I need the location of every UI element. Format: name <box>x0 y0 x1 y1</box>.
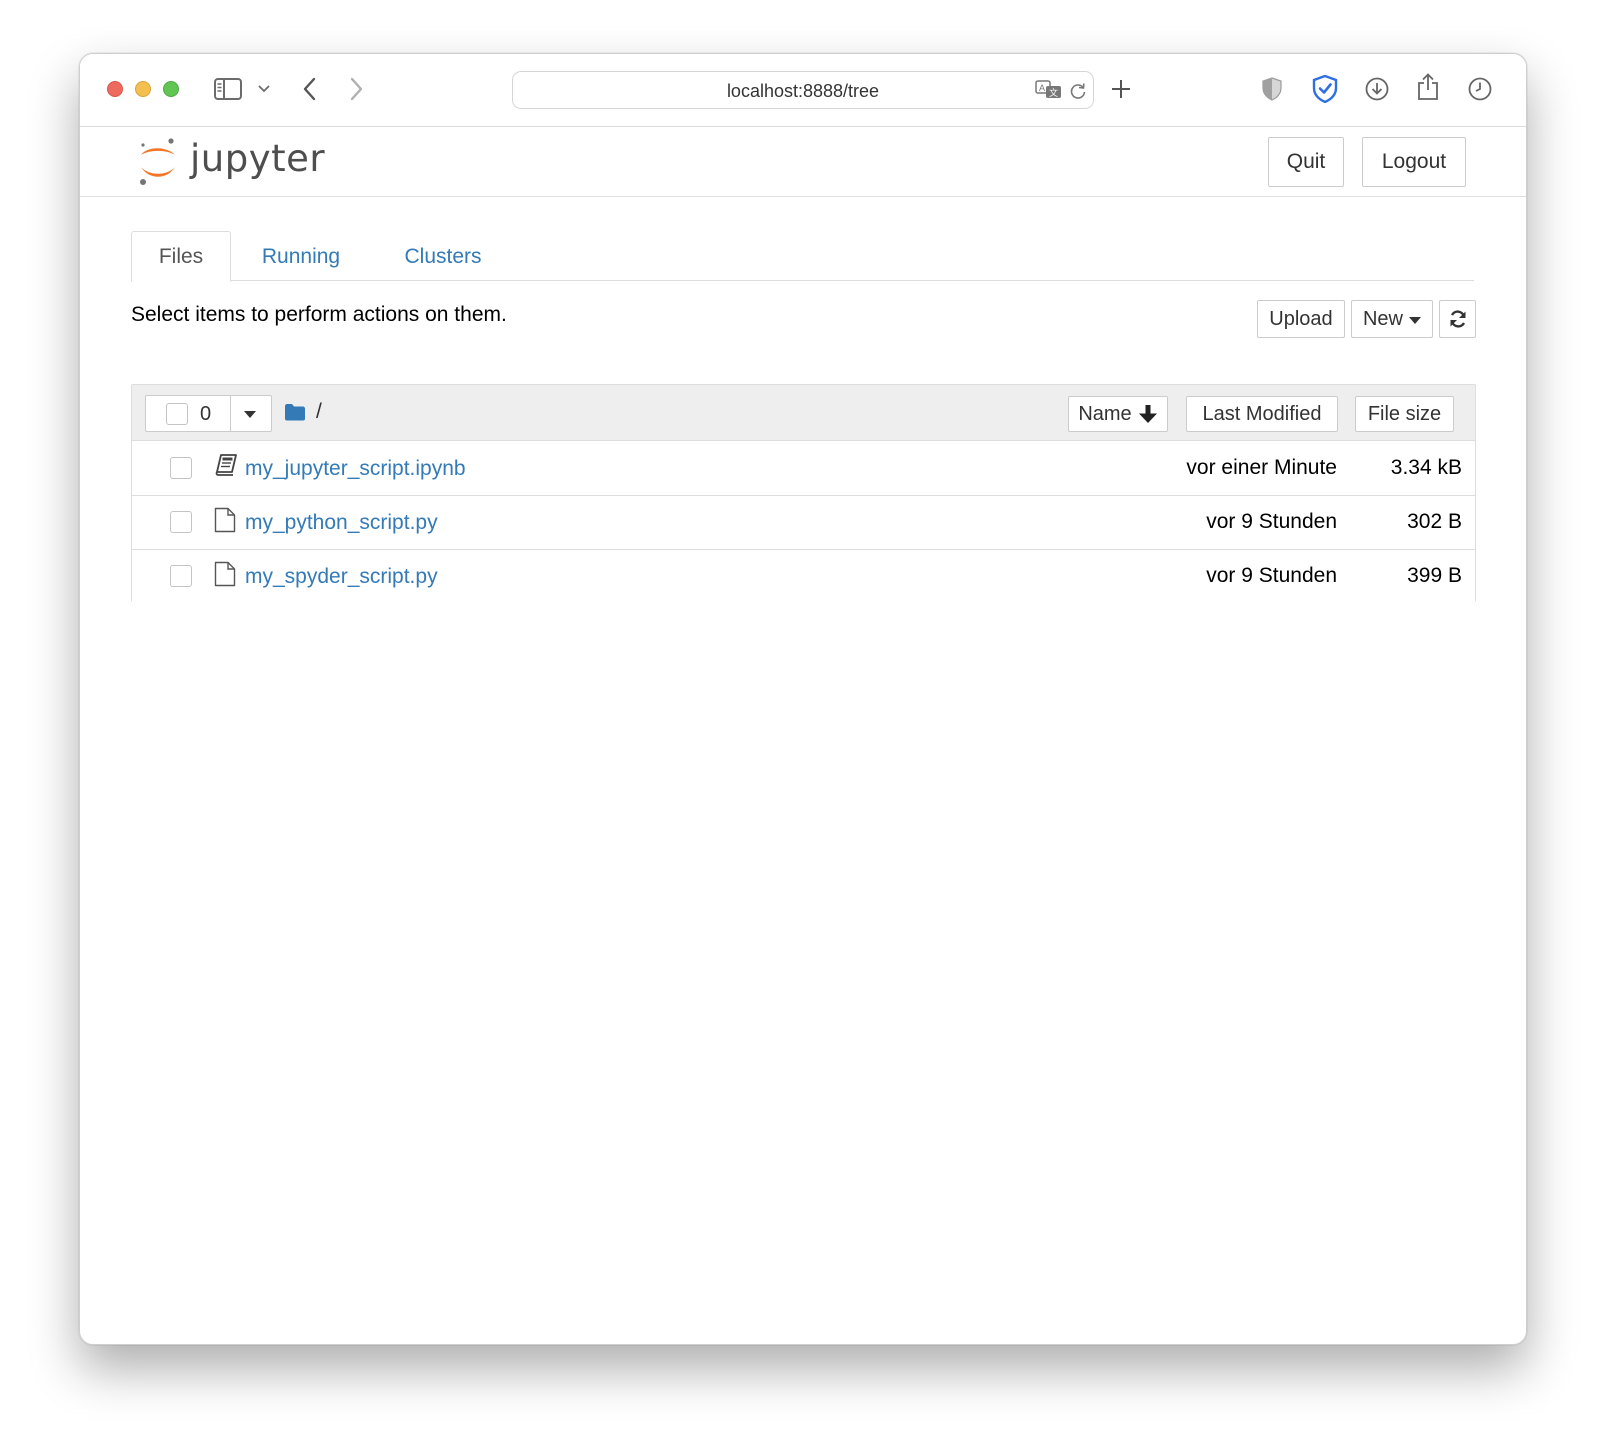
svg-text:A: A <box>1039 83 1045 93</box>
forward-arrow-icon[interactable] <box>348 76 366 102</box>
arrow-down-icon <box>1138 405 1157 423</box>
quit-button[interactable]: Quit <box>1268 137 1344 187</box>
selection-hint: Select items to perform actions on them. <box>131 303 507 326</box>
file-size: 302 B <box>1407 510 1462 533</box>
tab-running[interactable]: Running <box>249 231 353 282</box>
jupyter-logo-icon <box>140 138 175 185</box>
file-last-modified: vor 9 Stunden <box>1206 564 1337 587</box>
file-name-link[interactable]: my_jupyter_script.ipynb <box>245 457 466 481</box>
file-name-link[interactable]: my_spyder_script.py <box>245 565 438 589</box>
new-dropdown-button[interactable]: New <box>1351 300 1433 338</box>
notebook-icon <box>214 453 238 482</box>
logout-button[interactable]: Logout <box>1362 137 1466 187</box>
address-bar[interactable]: localhost:8888/tree A文 <box>512 71 1094 109</box>
bitwarden-shield-icon[interactable] <box>1311 74 1339 104</box>
breadcrumb: / <box>284 400 322 424</box>
chevron-down-icon[interactable] <box>258 84 270 94</box>
file-list: 0 / Name Last Modified File size my_jupy… <box>131 384 1476 604</box>
translate-icon[interactable]: A文 <box>1035 80 1063 100</box>
file-last-modified: vor einer Minute <box>1186 456 1337 479</box>
file-icon <box>214 561 236 592</box>
minimize-window-button[interactable] <box>135 81 151 97</box>
file-icon <box>214 507 236 538</box>
table-row[interactable]: my_jupyter_script.ipynb vor einer Minute… <box>132 442 1475 496</box>
downloads-icon[interactable] <box>1365 77 1389 101</box>
upload-button[interactable]: Upload <box>1257 300 1345 338</box>
sort-name-label: Name <box>1078 402 1132 425</box>
sort-by-last-modified-button[interactable]: Last Modified <box>1186 396 1338 432</box>
privacy-shield-icon[interactable] <box>1261 76 1283 102</box>
svg-text:文: 文 <box>1049 87 1058 98</box>
back-arrow-icon[interactable] <box>300 76 318 102</box>
row-checkbox[interactable] <box>170 511 192 533</box>
file-size: 399 B <box>1407 564 1462 587</box>
tab-clusters[interactable]: Clusters <box>391 231 495 282</box>
file-name-link[interactable]: my_python_script.py <box>245 511 438 535</box>
browser-toolbar: localhost:8888/tree A文 <box>80 54 1526 127</box>
breadcrumb-root[interactable]: / <box>316 400 322 424</box>
select-all-checkbox[interactable] <box>166 403 188 425</box>
url-text: localhost:8888/tree <box>726 81 880 101</box>
jupyter-header: jupyter Quit Logout <box>80 128 1526 197</box>
reload-icon[interactable] <box>1069 81 1087 101</box>
share-icon[interactable] <box>1417 73 1439 101</box>
zoom-window-button[interactable] <box>163 81 179 97</box>
browser-window: localhost:8888/tree A文 jupyter Quit Logo… <box>79 53 1527 1345</box>
file-size: 3.34 kB <box>1390 456 1462 479</box>
row-checkbox[interactable] <box>170 565 192 587</box>
table-row[interactable]: my_python_script.py vor 9 Stunden 302 B <box>132 496 1475 550</box>
folder-icon[interactable] <box>284 403 306 421</box>
caret-down-icon <box>1409 316 1421 324</box>
selected-count: 0 <box>200 403 212 425</box>
jupyter-logo-text: jupyter <box>190 136 326 180</box>
jupyter-logo[interactable]: jupyter <box>138 136 325 188</box>
file-last-modified: vor 9 Stunden <box>1206 510 1337 533</box>
divider <box>230 396 231 431</box>
new-button-label: New <box>1362 307 1403 330</box>
history-clock-icon[interactable] <box>1468 77 1492 101</box>
select-all-group: 0 <box>145 395 272 432</box>
file-list-header: 0 / Name Last Modified File size <box>132 385 1475 441</box>
sidebar-toggle-icon[interactable] <box>214 78 242 100</box>
tab-bar: Files Running Clusters <box>131 231 1474 282</box>
table-row[interactable]: my_spyder_script.py vor 9 Stunden 399 B <box>132 550 1475 604</box>
new-tab-plus-icon[interactable] <box>1110 78 1132 100</box>
sort-by-file-size-button[interactable]: File size <box>1355 396 1454 432</box>
row-checkbox[interactable] <box>170 457 192 479</box>
refresh-icon <box>1450 310 1465 328</box>
close-window-button[interactable] <box>107 81 123 97</box>
sort-by-name-button[interactable]: Name <box>1068 396 1168 432</box>
refresh-button[interactable] <box>1439 300 1476 338</box>
selection-menu-caret-icon[interactable] <box>244 411 256 418</box>
tab-files[interactable]: Files <box>131 231 231 282</box>
